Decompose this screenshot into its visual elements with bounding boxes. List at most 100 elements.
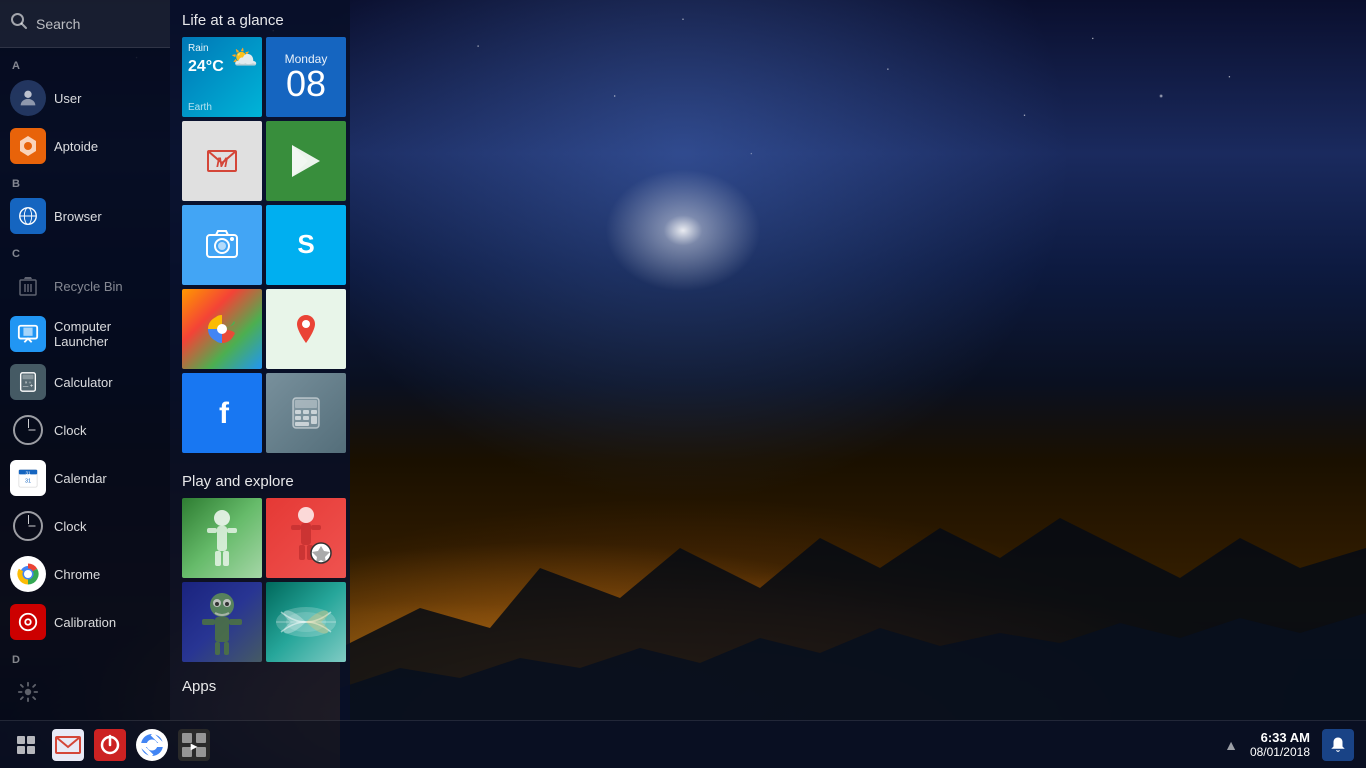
- explore-tile-zombie[interactable]: [182, 582, 262, 662]
- tile-facebook[interactable]: f: [182, 373, 262, 453]
- cricket-game-icon: [187, 503, 257, 573]
- chrome-icon: [10, 556, 46, 592]
- clock-label: Clock: [54, 423, 87, 438]
- weather-earth: Earth: [188, 102, 212, 113]
- tile-store[interactable]: [266, 121, 346, 201]
- taskbar-chevron-up[interactable]: ▲: [1224, 737, 1238, 753]
- tile-date[interactable]: Monday 08: [266, 37, 346, 117]
- search-bar[interactable]: Search: [0, 0, 170, 48]
- clock-icon: [10, 412, 46, 448]
- svg-text:M: M: [216, 154, 228, 170]
- sidebar-item-recycle[interactable]: Recycle Bin: [0, 262, 170, 310]
- explore-tile-soccer[interactable]: [266, 498, 346, 578]
- recycle-icon: [10, 268, 46, 304]
- gmail-icon: M: [202, 141, 242, 181]
- sidebar-item-clock2[interactable]: Clock: [0, 502, 170, 550]
- grid-icon: [16, 735, 36, 755]
- sidebar-item-browser[interactable]: Browser: [0, 192, 170, 240]
- weather-rain: Rain: [188, 43, 209, 54]
- life-at-glance-title: Life at a glance: [170, 0, 350, 37]
- camera-icon: [204, 227, 240, 263]
- life-tiles-grid: Rain 24°C ⛅ Earth Monday 08 M: [170, 37, 350, 461]
- photos-icon: [204, 311, 240, 347]
- sidebar-item-settings-gear[interactable]: [0, 668, 170, 716]
- svg-text:S: S: [297, 229, 314, 259]
- tile-photos[interactable]: [182, 289, 262, 369]
- aptoide-icon: [10, 128, 46, 164]
- sidebar: Search A User Aptoide: [0, 0, 170, 720]
- taskbar-chrome-icon: [136, 729, 168, 761]
- maps-icon: [288, 311, 324, 347]
- calibration-icon: [10, 604, 46, 640]
- taskbar-date: 08/01/2018: [1250, 745, 1310, 759]
- search-icon: [10, 12, 28, 35]
- tile-camera[interactable]: [182, 205, 262, 285]
- taskbar-grid-button[interactable]: [8, 727, 44, 763]
- sidebar-item-user[interactable]: User: [0, 74, 170, 122]
- taskbar-gmail-button[interactable]: [50, 727, 86, 763]
- svg-text:f: f: [219, 397, 230, 430]
- svg-text:31: 31: [25, 470, 31, 475]
- computer-launcher-icon: [10, 316, 46, 352]
- svg-text:31: 31: [25, 479, 31, 485]
- tile-weather[interactable]: Rain 24°C ⛅ Earth: [182, 37, 262, 117]
- sidebar-item-clock[interactable]: Clock: [0, 406, 170, 454]
- taskbar-gmail-icon: [52, 729, 84, 761]
- taskbar-appstore-icon: ▶: [178, 729, 210, 761]
- chrome-label: Chrome: [54, 567, 100, 582]
- explore-tile-stadium[interactable]: [266, 582, 346, 662]
- taskbar: ▶ ▲ 6:33 AM 08/01/2018: [0, 720, 1366, 768]
- taskbar-time: 6:33 AM: [1250, 730, 1310, 745]
- taskbar-power-button[interactable]: [92, 727, 128, 763]
- taskbar-appstore-button[interactable]: ▶: [176, 727, 212, 763]
- play-explore-title: Play and explore: [170, 461, 350, 498]
- gear-icon: [10, 674, 46, 710]
- section-a-label: A: [0, 52, 170, 74]
- taskbar-right: ▲ 6:33 AM 08/01/2018: [1212, 729, 1366, 761]
- computer-launcher-label: Computer Launcher: [54, 319, 160, 349]
- taskbar-chrome-button[interactable]: [134, 727, 170, 763]
- cloud-icon: ⛅: [231, 45, 258, 71]
- tile-maps[interactable]: [266, 289, 346, 369]
- calculator-label: Calculator: [54, 375, 113, 390]
- explore-tile-cricket[interactable]: [182, 498, 262, 578]
- sidebar-items-list: A User Aptoide B: [0, 48, 170, 720]
- svg-text:× ÷: × ÷: [25, 380, 32, 385]
- skype-icon: S: [288, 227, 324, 263]
- section-c-label: C: [0, 240, 170, 262]
- tile-skype[interactable]: S: [266, 205, 346, 285]
- taskbar-power-icon: [94, 729, 126, 761]
- play-store-icon: [288, 143, 324, 179]
- sidebar-item-computer-launcher[interactable]: Computer Launcher: [0, 310, 170, 358]
- sidebar-item-chrome[interactable]: Chrome: [0, 550, 170, 598]
- calculator-tile-icon: [288, 395, 324, 431]
- browser-icon: [10, 198, 46, 234]
- facebook-icon: f: [204, 395, 240, 431]
- section-d-label: D: [0, 646, 170, 668]
- main-panel: Life at a glance Rain 24°C ⛅ Earth Monda…: [170, 0, 350, 720]
- section-b-label: B: [0, 170, 170, 192]
- weather-temp: 24°C: [188, 58, 224, 76]
- tile-gmail[interactable]: M: [182, 121, 262, 201]
- zombie-game-icon: [187, 587, 257, 657]
- clock2-icon: [10, 508, 46, 544]
- notification-bell-icon: [1329, 736, 1347, 754]
- sidebar-item-calendar[interactable]: 31 31 Calendar: [0, 454, 170, 502]
- explore-tiles-grid: [170, 498, 350, 670]
- soccer-game-icon: [271, 503, 341, 573]
- clock2-label: Clock: [54, 519, 87, 534]
- sidebar-item-calibration[interactable]: Calibration: [0, 598, 170, 646]
- browser-label: Browser: [54, 209, 102, 224]
- apps-title: Apps: [170, 670, 350, 699]
- sidebar-item-aptoide[interactable]: Aptoide: [0, 122, 170, 170]
- date-day-num: 08: [286, 66, 326, 102]
- sidebar-item-calculator[interactable]: — + × ÷ Calculator: [0, 358, 170, 406]
- tile-calculator[interactable]: [266, 373, 346, 453]
- recycle-label: Recycle Bin: [54, 279, 123, 294]
- taskbar-notification-button[interactable]: [1322, 729, 1354, 761]
- aptoide-label: Aptoide: [54, 139, 98, 154]
- taskbar-left: ▶: [0, 727, 220, 763]
- user-label: User: [54, 91, 81, 106]
- svg-text:▶: ▶: [190, 742, 198, 751]
- search-label: Search: [36, 16, 80, 32]
